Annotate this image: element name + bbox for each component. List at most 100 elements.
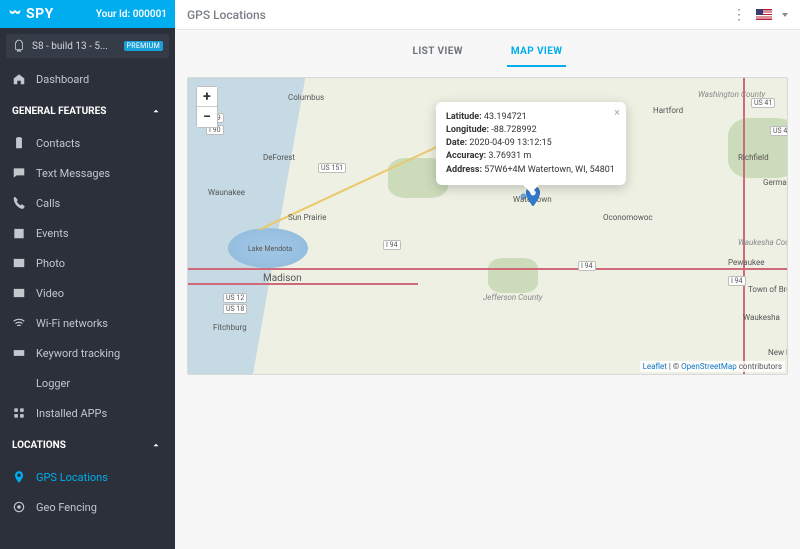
- location-popup: × Latitude: 43.194721 Longitude: -88.728…: [436, 102, 626, 185]
- sidebar-item-text-messages[interactable]: Text Messages: [0, 158, 175, 188]
- sidebar-item-geo-fencing[interactable]: Geo Fencing: [0, 492, 175, 522]
- map-place-label: Oconomowoc: [603, 213, 653, 222]
- calendar-icon: [12, 226, 26, 240]
- caret-down-icon[interactable]: [782, 13, 788, 17]
- osm-link[interactable]: OpenStreetMap: [681, 362, 737, 371]
- image-icon: [12, 256, 26, 270]
- map-place-label: Waunakee: [208, 188, 245, 197]
- section-general-features[interactable]: GENERAL FEATURES: [0, 94, 175, 128]
- nav: Dashboard GENERAL FEATURES Contacts Text…: [0, 60, 175, 549]
- map-shield: US 45: [770, 126, 788, 136]
- user-id: Your Id: 000001: [96, 9, 167, 20]
- sidebar-item-video[interactable]: Video: [0, 278, 175, 308]
- chevron-up-icon: [149, 438, 163, 452]
- main: GPS Locations ⋮ LIST VIEW MAP VIEW: [175, 0, 800, 549]
- accuracy-label: Accuracy:: [446, 151, 486, 161]
- map-place-label: Pewaukee: [728, 258, 764, 267]
- lon-value: -88.728992: [491, 125, 536, 135]
- location-pin-icon: [12, 470, 26, 484]
- flag-us-icon[interactable]: [756, 9, 772, 20]
- lat-label: Latitude:: [446, 112, 482, 122]
- topbar-actions: ⋮: [732, 7, 788, 23]
- map-place-label: Town of Brookfield: [748, 285, 788, 294]
- phone-icon: [12, 196, 26, 210]
- view-tabs: LIST VIEW MAP VIEW: [187, 40, 788, 67]
- map-place-label: Richfield: [738, 153, 769, 162]
- target-icon: [12, 500, 26, 514]
- label: Wi-Fi networks: [36, 317, 108, 330]
- label: GPS Locations: [36, 471, 108, 484]
- map-place-label: Germantown: [763, 178, 788, 187]
- sidebar-item-wifi[interactable]: Wi-Fi networks: [0, 308, 175, 338]
- map-shield: I 94: [578, 261, 596, 271]
- zoom-out-button[interactable]: −: [197, 107, 217, 127]
- lat-value: 43.194721: [484, 112, 527, 122]
- sidebar-item-calls[interactable]: Calls: [0, 188, 175, 218]
- popup-close-button[interactable]: ×: [614, 106, 620, 119]
- label: Photo: [36, 257, 65, 270]
- android-icon: [12, 39, 26, 53]
- map-place-label: Sun Prairie: [288, 213, 326, 222]
- label: Text Messages: [36, 167, 110, 180]
- label: Logger: [36, 377, 70, 390]
- address-label: Address:: [446, 165, 482, 175]
- label: Dashboard: [36, 73, 89, 86]
- sidebar-item-events[interactable]: Events: [0, 218, 175, 248]
- device-selector[interactable]: S8 - build 13 - 5... PREMIUM: [6, 34, 169, 58]
- map-forest: [488, 258, 538, 293]
- sidebar-item-contacts[interactable]: Contacts: [0, 128, 175, 158]
- content: LIST VIEW MAP VIEW Columbus DeForest Wau…: [175, 30, 800, 549]
- map-shield: US 12: [223, 293, 247, 303]
- map-place-label: Fitchburg: [213, 323, 247, 332]
- map-place-label: Waukesha County: [738, 238, 788, 247]
- section-title: GENERAL FEATURES: [12, 106, 106, 117]
- map-road: [743, 78, 745, 374]
- tab-map-view[interactable]: MAP VIEW: [507, 40, 567, 67]
- sidebar-item-apps[interactable]: Installed APPs: [0, 398, 175, 428]
- brand-logo: SPY: [8, 6, 54, 22]
- leaflet-link[interactable]: Leaflet: [643, 362, 667, 371]
- map-place-label: Hartford: [653, 106, 683, 115]
- map-place-label: Lake Mendota: [248, 245, 292, 253]
- chevron-up-icon: [149, 104, 163, 118]
- wifi-icon: [12, 316, 26, 330]
- map-shield: I 94: [383, 240, 401, 250]
- map-road: [188, 268, 787, 270]
- label: Calls: [36, 197, 60, 210]
- map-shield: US 151: [318, 163, 346, 173]
- sidebar-item-keyword[interactable]: Keyword tracking: [0, 338, 175, 368]
- map-place-label: DeForest: [263, 153, 295, 162]
- date-value: 2020-04-09 13:12:15: [469, 138, 551, 148]
- label: Contacts: [36, 137, 80, 150]
- brand-mark-icon: [8, 7, 22, 21]
- map-place-label: Waukesha: [743, 313, 780, 322]
- tab-list-view[interactable]: LIST VIEW: [409, 40, 467, 67]
- more-menu-icon[interactable]: ⋮: [732, 7, 746, 23]
- sidebar-item-logger[interactable]: Logger: [0, 368, 175, 398]
- sidebar-item-photo[interactable]: Photo: [0, 248, 175, 278]
- clipboard-icon: [12, 136, 26, 150]
- sidebar-item-gps-locations[interactable]: GPS Locations: [0, 462, 175, 492]
- map-place-label: Madison: [263, 273, 302, 284]
- accuracy-value: 3.76931 m: [488, 151, 531, 161]
- sidebar: SPY Your Id: 000001 S8 - build 13 - 5...…: [0, 0, 175, 549]
- list-icon: [12, 376, 26, 390]
- map-attribution: Leaflet | © OpenStreetMap contributors: [640, 361, 785, 372]
- zoom-in-button[interactable]: +: [197, 87, 217, 107]
- premium-badge: PREMIUM: [124, 41, 163, 51]
- map-road: [188, 283, 418, 285]
- message-icon: [12, 166, 26, 180]
- map-place-label: Jefferson County: [483, 293, 542, 302]
- film-icon: [12, 286, 26, 300]
- section-locations[interactable]: LOCATIONS: [0, 428, 175, 462]
- label: Keyword tracking: [36, 347, 120, 360]
- grid-icon: [12, 406, 26, 420]
- map-place-label: New Berlin: [768, 348, 788, 357]
- sidebar-item-dashboard[interactable]: Dashboard: [0, 64, 175, 94]
- label: Video: [36, 287, 64, 300]
- map-shield: US 18: [223, 304, 247, 314]
- topbar: GPS Locations ⋮: [175, 0, 800, 30]
- map[interactable]: Columbus DeForest Waunakee Sun Prairie L…: [187, 77, 788, 375]
- logo-bar: SPY Your Id: 000001: [0, 0, 175, 28]
- page-title: GPS Locations: [187, 8, 266, 22]
